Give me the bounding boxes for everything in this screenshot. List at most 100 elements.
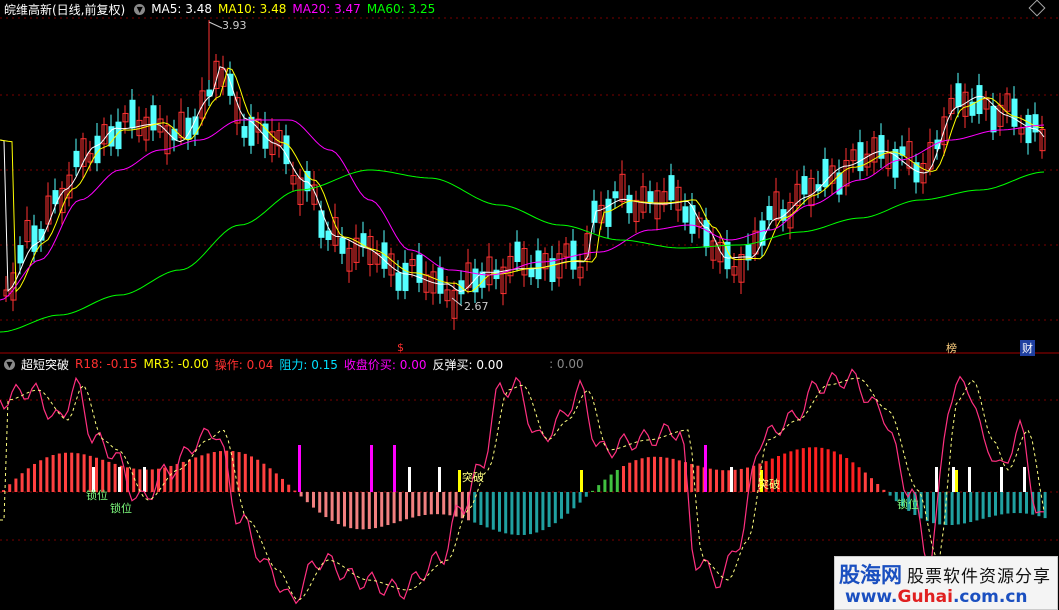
indicator-bar: [343, 492, 346, 527]
indicator-bar: [975, 492, 979, 521]
candle-body: [612, 191, 619, 199]
signal-bar: [393, 445, 396, 492]
fantan-value: 反弹买: 0.00: [432, 357, 504, 372]
indicator-bar: [336, 492, 340, 525]
indicator-bar: [727, 470, 731, 492]
indicator-bar: [733, 469, 737, 492]
indicator-bar: [194, 457, 198, 492]
indicator-bar: [1012, 492, 1016, 514]
ma60-label: MA60: 3.25: [366, 2, 436, 16]
signal-bar: [438, 467, 441, 492]
candle-body: [31, 225, 38, 252]
low-price-label: 2.67: [464, 300, 489, 313]
indicator-bar: [628, 462, 632, 492]
indicator-bar: [665, 457, 669, 492]
indicator-bar: [256, 459, 260, 492]
indicator-bar: [448, 492, 452, 516]
indicator-bar: [1043, 492, 1047, 519]
indicator-bar: [504, 492, 508, 534]
signal-bar: [298, 445, 301, 492]
candle-body: [514, 241, 521, 263]
signal-bar: [580, 470, 583, 492]
indicator-bar: [671, 458, 675, 492]
indicator-bar: [423, 492, 427, 515]
candle-body: [129, 99, 136, 129]
candle-body: [605, 198, 612, 227]
indicator-bar: [398, 492, 402, 522]
signal-bar: [408, 467, 411, 492]
indicator-bar: [39, 460, 43, 492]
candle-body: [703, 220, 710, 248]
blank-value: : 0.00: [549, 357, 584, 371]
indicator-bar: [615, 469, 619, 492]
indicator-bar: [839, 454, 842, 492]
indicator-bar: [287, 484, 291, 492]
indicator-bar: [479, 492, 483, 525]
bang-badge[interactable]: 榜: [944, 340, 959, 356]
indicator-bar: [882, 489, 886, 492]
indicator-bar: [57, 453, 61, 492]
ma20-label: MA20: 3.47: [292, 2, 361, 16]
indicator-bar: [932, 492, 935, 524]
indicator-bar: [498, 492, 501, 532]
indicator-bar: [708, 468, 712, 492]
signal-bar: [143, 467, 146, 492]
indicator-bar: [597, 485, 601, 492]
chevron-down-icon[interactable]: ▼: [134, 3, 146, 15]
indicator-bar: [925, 492, 929, 522]
indicator-bar: [1025, 492, 1028, 514]
signal-bar: [1000, 467, 1003, 492]
candle-body: [150, 105, 157, 131]
indicator-bar: [312, 492, 315, 508]
chevron-down-icon[interactable]: ▼: [4, 358, 15, 370]
indicator-bar: [20, 473, 24, 492]
indicator-bar: [938, 492, 942, 525]
indicator-bar: [956, 492, 960, 525]
indicator-bar: [845, 458, 849, 492]
indicator-bar: [293, 490, 297, 492]
indicator-bar: [405, 492, 408, 520]
signal-bar: [968, 467, 971, 492]
indicator-bar: [888, 492, 892, 496]
candle-body: [325, 230, 332, 241]
signal-bar: [704, 445, 707, 492]
indicator-bar: [181, 461, 185, 492]
indicator-bar: [653, 456, 656, 492]
indicator-bar: [212, 452, 216, 492]
cai-badge[interactable]: 财: [1020, 340, 1035, 356]
indicator-bar: [299, 492, 303, 497]
indicator-bar: [870, 478, 873, 492]
indicator-bar: [801, 448, 805, 492]
signal-bar: [730, 467, 733, 492]
indicator-bar: [1018, 492, 1022, 514]
watermark-url: www.Guhai.com.cn: [845, 587, 1028, 607]
indicator-title: 超短突破: [21, 357, 70, 372]
indicator-bar: [808, 447, 811, 492]
indicator-bar: [944, 492, 948, 526]
indicator-bar: [45, 457, 49, 492]
candle-body: [206, 89, 213, 97]
price-chart[interactable]: [0, 0, 1059, 610]
indicator-bar: [26, 468, 30, 492]
indicator-bar: [318, 492, 322, 513]
indicator-bar: [33, 463, 36, 492]
watermark-brand: 股海网: [839, 563, 902, 587]
indicator-bar: [442, 492, 446, 515]
indicator-bar: [584, 492, 588, 497]
suowei-label-1: 锁位: [86, 489, 108, 502]
indicator-bar: [553, 492, 557, 524]
indicator-bar: [566, 492, 570, 514]
high-price-label: 3.93: [222, 19, 247, 32]
indicator-bar: [826, 449, 830, 492]
indicator-bar: [510, 492, 514, 535]
signal-bar: [955, 470, 958, 492]
indicator-bar: [243, 453, 247, 492]
indicator-bar: [516, 492, 520, 536]
signal-bar: [935, 467, 938, 492]
indicator-bar: [51, 455, 55, 492]
indicator-bar: [690, 463, 694, 492]
indicator-bar: [324, 492, 328, 518]
candle-body: [283, 135, 290, 165]
indicator-bar: [591, 490, 594, 492]
candle-body: [395, 272, 402, 291]
